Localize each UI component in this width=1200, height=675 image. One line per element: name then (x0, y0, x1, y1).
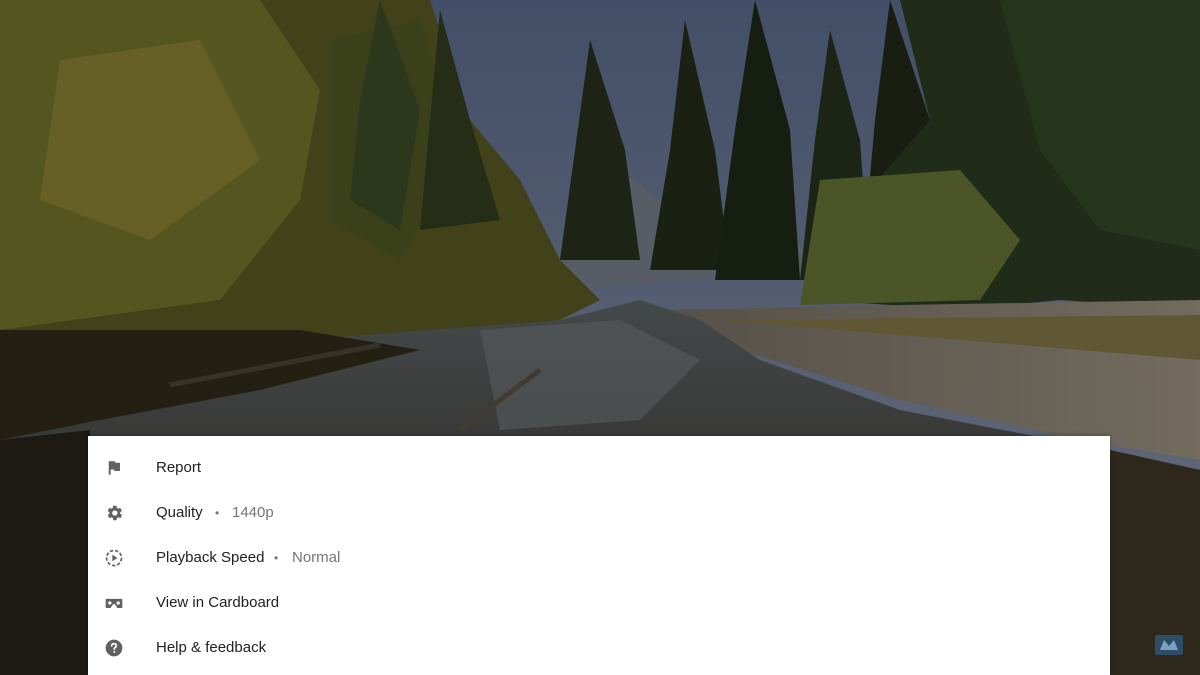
separator-dot: • (215, 505, 220, 520)
menu-item-label: View in Cardboard (156, 594, 280, 611)
channel-watermark-icon[interactable] (1154, 634, 1184, 656)
menu-item-quality[interactable]: Quality • 1440p (88, 490, 1110, 535)
menu-item-playback-speed[interactable]: Playback Speed • Normal (88, 535, 1110, 580)
menu-item-label: Help & feedback (156, 639, 267, 656)
help-icon (102, 636, 126, 660)
menu-item-view-in-cardboard[interactable]: View in Cardboard (88, 580, 1110, 625)
menu-item-label: Report (156, 459, 202, 476)
playback-speed-value: Normal (292, 549, 341, 566)
gear-icon (102, 501, 126, 525)
options-menu-sheet: Report Quality • 1440p Playback Speed • … (88, 436, 1110, 675)
quality-value: 1440p (232, 504, 274, 521)
playback-speed-icon (102, 546, 126, 570)
menu-item-label: Quality (156, 504, 203, 521)
menu-item-help-feedback[interactable]: Help & feedback (88, 625, 1110, 670)
separator-dot: • (274, 550, 279, 565)
flag-icon (102, 456, 126, 480)
cardboard-icon (102, 591, 126, 615)
menu-item-report[interactable]: Report (88, 445, 1110, 490)
menu-item-label: Playback Speed (156, 549, 265, 566)
